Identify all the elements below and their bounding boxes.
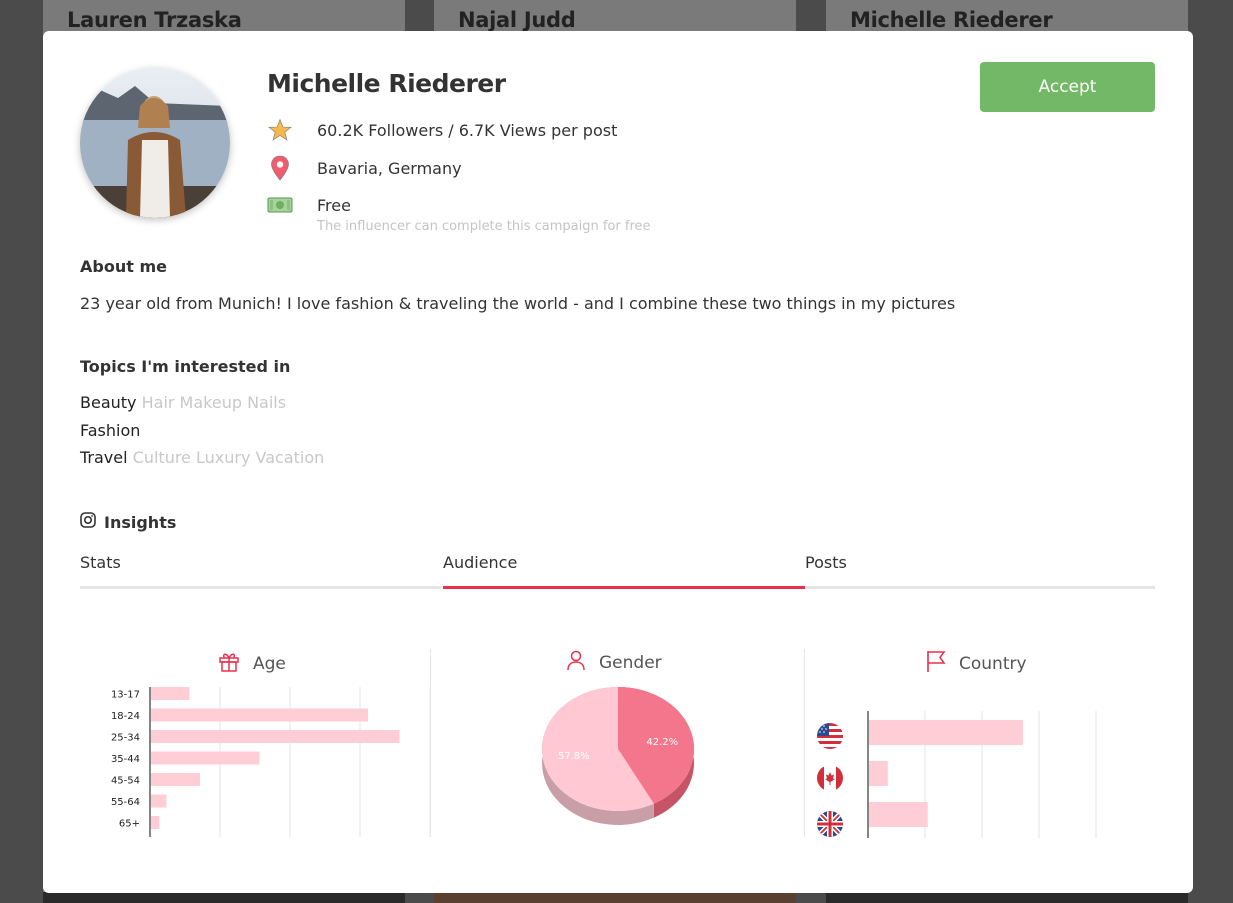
insights-heading: Insights [80,512,176,532]
background-card-photo [434,892,796,903]
background-card-name: Najal Judd [458,8,576,32]
location-pin-icon [267,155,293,181]
age-bar [151,730,400,743]
age-tick-label: 25-34 [111,733,140,744]
insights-tabs: Stats Audience Posts [80,553,1155,589]
age-tick-label: 65+ [119,819,140,830]
gender-title: Gender [599,652,662,673]
country-bar [869,720,1023,745]
country-bar [869,802,928,827]
flag-icon [925,649,947,678]
age-tick-label: 55-64 [111,797,140,808]
price-row: Free [267,192,351,218]
age-panel-title: Age [217,649,286,678]
gb-flag-icon [817,811,843,837]
age-tick-label: 35-44 [111,754,140,765]
gender-data-label: 42.2% [646,737,678,748]
star-icon [267,117,293,143]
followers-text: 60.2K Followers / 6.7K Views per post [317,120,618,140]
age-bar [151,773,200,786]
gender-chart: 42.2% 57.8% [542,687,695,825]
location-text: Bavaria, Germany [317,158,462,178]
tab-audience[interactable]: Audience [443,553,805,589]
background-card-photo [826,892,1188,903]
country-chart [867,711,1097,838]
age-tick-label: 18-24 [111,711,140,722]
price-note: The influencer can complete this campaig… [317,219,651,234]
topic-sub: Culture Luxury Vacation [132,448,325,467]
age-bar [151,794,167,808]
background-card-name: Michelle Riederer [850,8,1053,32]
topic-item: Beauty Hair Makeup Nails [80,393,286,412]
insights-title: Insights [104,512,177,532]
money-icon [267,192,293,218]
ca-flag-icon [817,765,843,791]
instagram-icon [80,512,96,532]
us-flag-icon [817,723,843,749]
topic-main: Fashion [80,421,141,440]
avatar [80,68,230,218]
topic-item: Travel Culture Luxury Vacation [80,448,324,467]
topic-item: Fashion [80,421,140,440]
location-row: Bavaria, Germany [267,155,462,181]
age-tick-label: 45-54 [111,776,140,787]
topic-sub: Hair Makeup Nails [141,393,287,412]
price-text: Free [317,195,351,215]
age-bar [151,687,190,700]
about-text: 23 year old from Munich! I love fashion … [80,294,956,313]
gender-panel-title: Gender [565,649,662,676]
age-title: Age [253,653,286,674]
country-bar [869,761,888,786]
background-card-photo [43,892,405,903]
age-tick-label: 13-17 [111,690,140,701]
country-title: Country [959,653,1027,674]
gender-data-label: 57.8% [558,751,590,762]
topic-main: Beauty [80,393,137,412]
panel-divider [804,649,805,837]
followers-row: 60.2K Followers / 6.7K Views per post [267,117,617,143]
tab-stats[interactable]: Stats [80,553,442,589]
topics-heading: Topics I'm interested in [80,357,291,376]
tab-posts[interactable]: Posts [805,553,1155,589]
profile-name: Michelle Riederer [267,69,506,98]
user-icon [565,649,587,676]
country-panel-title: Country [925,649,1027,678]
age-chart: 13-17 18-24 25-34 35-44 45-54 55-64 65+ [111,687,431,837]
age-bar [151,751,260,765]
age-bar [151,816,160,829]
age-bar [151,708,368,722]
about-heading: About me [80,257,167,276]
accept-button[interactable]: Accept [980,62,1155,112]
gift-icon [217,649,241,678]
background-card-name: Lauren Trzaska [67,8,242,32]
influencer-modal: Michelle Riederer Accept 60.2K Followers… [43,31,1193,893]
topic-main: Travel [80,448,128,467]
